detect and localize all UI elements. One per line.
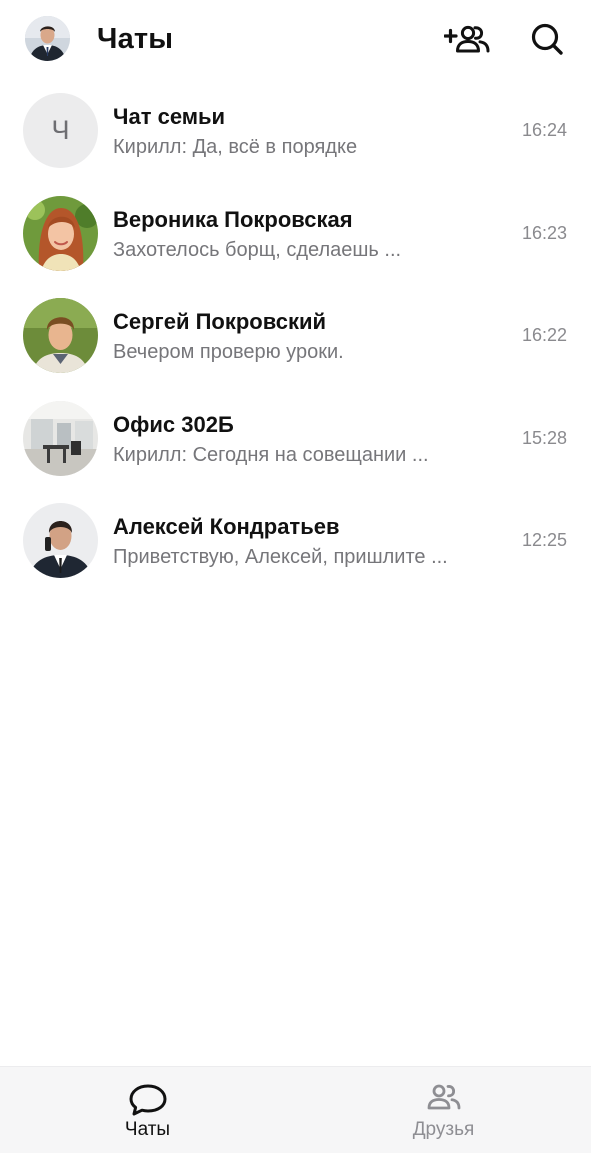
chat-name: Алексей Кондратьев [113, 514, 340, 539]
chat-bubble-icon [129, 1084, 166, 1116]
chat-time: 16:22 [521, 325, 567, 345]
chat-list: Ч Чат семьи Кирилл: Да, всё в порядке 16… [0, 80, 591, 593]
chat-time: 16:23 [521, 222, 567, 243]
chat-item-veronika[interactable]: Вероника Покровская Захотелось борщ, сде… [0, 183, 591, 286]
tab-chats[interactable]: Чаты [0, 1067, 295, 1153]
chat-preview: Захотелось борщ, сделаешь ... [113, 238, 402, 261]
chat-item-family[interactable]: Ч Чат семьи Кирилл: Да, всё в порядке 16… [0, 80, 591, 183]
chat-item-office[interactable]: Офис 302Б Кирилл: Сегодня на совещании .… [0, 388, 591, 491]
chat-time: 12:25 [521, 530, 567, 550]
profile-avatar[interactable] [25, 16, 70, 61]
avatar [23, 503, 98, 578]
avatar [23, 298, 98, 373]
tab-friends-label: Друзья [412, 1119, 475, 1140]
chat-preview: Кирилл: Сегодня на совещании ... [113, 443, 429, 466]
avatar [23, 195, 98, 271]
chat-preview: Вечером проверю уроки. [113, 341, 344, 363]
chat-time: 16:24 [521, 120, 567, 140]
page-title: Чаты [97, 23, 174, 55]
tab-friends[interactable]: Друзья [296, 1067, 591, 1153]
search-button[interactable] [523, 16, 571, 62]
add-user-icon [444, 25, 490, 53]
chat-item-alexey[interactable]: Алексей Кондратьев Приветствую, Алексей,… [0, 490, 591, 593]
chat-preview: Кирилл: Да, всё в порядке [113, 136, 358, 158]
bottom-navigation: Чаты Друзья [0, 1066, 591, 1153]
tab-chats-label: Чаты [124, 1119, 171, 1140]
chat-time: 15:28 [521, 427, 567, 448]
app-header: Чаты [0, 0, 591, 78]
chat-name: Сергей Покровский [113, 309, 327, 334]
friends-icon [427, 1084, 460, 1110]
avatar [23, 400, 98, 476]
chat-preview: Приветствую, Алексей, пришлите ... [113, 546, 448, 568]
avatar: Ч [23, 93, 98, 168]
chat-name: Чат семьи [113, 104, 226, 129]
add-friend-button[interactable] [443, 16, 491, 62]
chat-name: Вероника Покровская [113, 206, 353, 232]
chat-name: Офис 302Б [113, 411, 234, 437]
avatar-letter: Ч [51, 115, 70, 145]
chat-item-sergey[interactable]: Сергей Покровский Вечером проверю уроки.… [0, 285, 591, 388]
search-icon [531, 23, 563, 55]
